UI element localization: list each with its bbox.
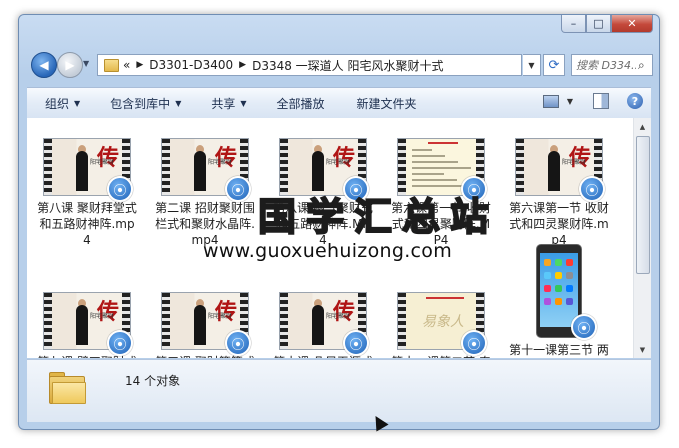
breadcrumb-current[interactable]: D3348 一琛道人 阳宅风水聚财十式: [252, 57, 443, 74]
media-player-icon: ⦿: [107, 330, 133, 356]
media-player-icon: ⦿: [107, 176, 133, 202]
file-item[interactable]: 传阳宅聚财⦿第十课 几尺天涯式和五行聚财式: [273, 292, 373, 358]
file-item[interactable]: ⦿ 第十一课第三节 两套催财法、找: [509, 244, 609, 358]
caption-buttons: – □ ✕: [561, 15, 653, 33]
file-item[interactable]: 传阳宅聚财⦿第七课 壁刀聚财式和五星聚财阵: [37, 292, 137, 358]
folder-icon: [49, 372, 86, 404]
organize-menu[interactable]: 组织 ▼: [45, 95, 80, 112]
view-controls: ▼ ?: [542, 93, 643, 109]
arrow-left-icon: ◀: [39, 58, 49, 72]
file-item[interactable]: 传阳宅聚财 ⦿ 第二课 招财聚财围栏式和聚财水晶阵.mp4: [155, 138, 255, 248]
arrow-right-icon: ▶: [65, 58, 75, 72]
file-item[interactable]: 传阳宅聚财⦿第三课 聚财簸箕式（一年进出）: [155, 292, 255, 358]
share-menu[interactable]: 共享 ▼: [211, 95, 246, 112]
watermark-logo-text: 国学汇总站: [257, 194, 499, 240]
vertical-scrollbar[interactable]: ▲ ▼: [633, 118, 651, 358]
search-icon[interactable]: ⌕: [638, 58, 645, 73]
file-item[interactable]: 传阳宅聚财 ⦿ 第八课 聚财拜堂式和五路财神阵.mp4: [37, 138, 137, 248]
search-box[interactable]: ⌕: [571, 54, 653, 76]
organize-label: 组织: [45, 96, 70, 111]
preview-pane-icon[interactable]: [593, 93, 609, 109]
chevron-down-icon: ▼: [175, 98, 182, 108]
include-library-menu[interactable]: 包含到库中 ▼: [110, 95, 181, 112]
address-overflow[interactable]: «: [123, 58, 130, 72]
navigation-bar: ◀ ▶ ▼ « ▶ D3301-D3400 ▶ D3348 一琛道人 阳宅风水聚…: [27, 49, 653, 79]
file-item[interactable]: 易象人⦿第十一课第二节 奇门遁甲二套催: [391, 292, 491, 358]
folder-icon: [104, 58, 119, 72]
address-dropdown-icon[interactable]: ▼: [523, 54, 541, 76]
file-name: 第六课第一节 收财式和四灵聚财阵.mp4: [509, 201, 609, 247]
refresh-icon: ⟳: [548, 57, 560, 73]
chevron-down-icon[interactable]: ▼: [567, 97, 573, 106]
scroll-down-icon[interactable]: ▼: [634, 341, 651, 358]
media-player-icon: ⦿: [461, 330, 487, 356]
chevron-right-icon[interactable]: ▶: [239, 60, 246, 70]
minimize-button[interactable]: –: [561, 15, 586, 33]
watermark-url: www.guoxuehuizong.com: [203, 240, 453, 262]
scroll-thumb[interactable]: [636, 136, 650, 274]
media-player-icon: ⦿: [579, 176, 605, 202]
close-button[interactable]: ✕: [611, 15, 653, 33]
media-player-icon: ⦿: [571, 314, 597, 340]
address-bar[interactable]: « ▶ D3301-D3400 ▶ D3348 一琛道人 阳宅风水聚财十式: [97, 54, 522, 76]
item-count: 14 个对象: [125, 374, 181, 388]
scroll-up-icon[interactable]: ▲: [634, 118, 651, 135]
forward-button[interactable]: ▶: [57, 52, 83, 78]
help-icon[interactable]: ?: [627, 93, 643, 109]
play-all-button[interactable]: 全部播放: [277, 95, 325, 112]
file-item[interactable]: 传阳宅聚财 ⦿ 第六课第一节 收财式和四灵聚财阵.mp4: [509, 138, 609, 248]
share-label: 共享: [211, 96, 236, 111]
command-bar: 组织 ▼ 包含到库中 ▼ 共享 ▼ 全部播放 新建文件夹 ▼ ?: [27, 87, 651, 119]
media-player-icon: ⦿: [225, 330, 251, 356]
change-view-icon[interactable]: [542, 94, 559, 108]
file-name: 第八课 聚财拜堂式和五路财神阵.mp4: [37, 201, 137, 247]
back-button[interactable]: ◀: [31, 52, 57, 78]
search-input[interactable]: [572, 57, 638, 73]
file-name: 第十一课第三节 两套催财法、找: [509, 343, 609, 357]
details-pane: 14 个对象: [27, 359, 651, 422]
breadcrumb-parent[interactable]: D3301-D3400: [149, 58, 233, 72]
history-dropdown-icon[interactable]: ▼: [83, 59, 89, 68]
media-player-icon: ⦿: [343, 330, 369, 356]
chevron-down-icon: ▼: [240, 98, 247, 108]
maximize-button[interactable]: □: [586, 15, 611, 33]
chevron-right-icon[interactable]: ▶: [136, 60, 143, 70]
new-folder-button[interactable]: 新建文件夹: [357, 95, 417, 112]
chevron-down-icon: ▼: [74, 98, 81, 108]
include-library-label: 包含到库中: [110, 96, 171, 111]
media-player-icon: ⦿: [225, 176, 251, 202]
refresh-button[interactable]: ⟳: [543, 54, 565, 76]
